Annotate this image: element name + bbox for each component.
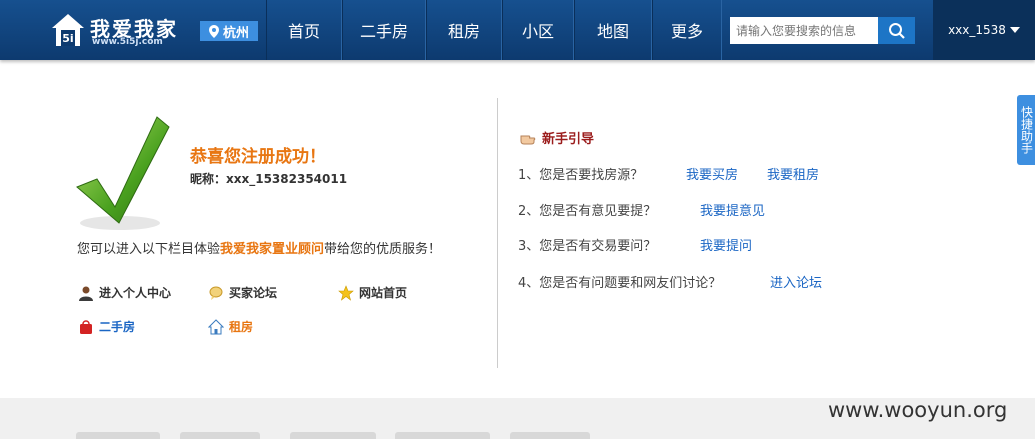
footer-tab[interactable] bbox=[395, 432, 490, 439]
guide-title: 新手引导 bbox=[520, 128, 594, 147]
question-text: 1、您是否要找房源？ bbox=[518, 168, 644, 183]
city-label: 杭州 bbox=[222, 25, 249, 41]
intro-text: 您可以进入以下栏目体验我爱我家置业顾问带给您的优质服务！ bbox=[77, 238, 441, 257]
house-logo-icon: 5i bbox=[52, 14, 84, 46]
registration-success-title: 恭喜您注册成功！ bbox=[190, 147, 326, 167]
guide-question-3: 3、您是否有交易要问？ 我要提问 bbox=[518, 235, 752, 254]
watermark: www.wooyun.org bbox=[828, 398, 1008, 422]
rent-link[interactable]: 租房 bbox=[208, 318, 253, 335]
forum-link[interactable]: 进入论坛 bbox=[770, 272, 822, 291]
caret-down-icon bbox=[1009, 27, 1020, 33]
quick-helper-tab[interactable]: 快捷助手 bbox=[1017, 95, 1035, 165]
question-text: 3、您是否有交易要问？ bbox=[518, 239, 657, 254]
buyer-forum-link[interactable]: 买家论坛 bbox=[208, 284, 277, 301]
logo-domain: www.5i5j.com bbox=[92, 37, 163, 47]
footer-tab[interactable] bbox=[510, 432, 590, 439]
house-icon bbox=[208, 318, 224, 334]
chat-icon bbox=[209, 286, 223, 300]
search-icon bbox=[888, 22, 905, 39]
site-home-link[interactable]: 网站首页 bbox=[338, 284, 407, 301]
feedback-link[interactable]: 我要提意见 bbox=[700, 200, 765, 219]
search-button[interactable] bbox=[878, 17, 915, 44]
personal-center-label: 进入个人中心 bbox=[99, 286, 172, 300]
intro-before: 您可以进入以下栏目体验 bbox=[77, 242, 221, 257]
buyer-forum-label: 买家论坛 bbox=[229, 286, 278, 300]
top-nav-bar: 5i 我爱我家 www.5i5j.com 杭州 首页 二手房 租房 小区 地图 … bbox=[0, 0, 1035, 60]
nav-second-hand[interactable]: 二手房 bbox=[342, 0, 426, 60]
svg-text:5i: 5i bbox=[62, 32, 73, 45]
shopping-bag-icon bbox=[80, 319, 92, 334]
nav-community[interactable]: 小区 bbox=[502, 0, 574, 60]
search-input[interactable] bbox=[730, 17, 878, 44]
user-menu[interactable]: xxx_1538 bbox=[933, 0, 1035, 60]
star-icon bbox=[338, 284, 354, 301]
nav-home[interactable]: 首页 bbox=[266, 0, 342, 60]
location-pin-icon bbox=[208, 24, 219, 38]
username: xxx_1538 bbox=[948, 23, 1006, 37]
footer-tab[interactable] bbox=[76, 432, 160, 439]
guide-title-label: 新手引导 bbox=[542, 132, 595, 147]
nickname-text: 昵称：xxx_15382354011 bbox=[190, 172, 348, 186]
nav-more[interactable]: 更多 bbox=[652, 0, 722, 60]
guide-question-2: 2、您是否有意见要提？ 我要提意见 bbox=[518, 200, 765, 219]
rent-label: 租房 bbox=[229, 320, 254, 334]
panel-divider bbox=[497, 98, 498, 368]
rent-house-link[interactable]: 我要租房 bbox=[767, 164, 819, 183]
intro-highlight[interactable]: 我爱我家置业顾问 bbox=[220, 242, 324, 257]
question-text: 4、您是否有问题要和网友们讨论？ bbox=[518, 276, 722, 291]
site-home-label: 网站首页 bbox=[359, 286, 408, 300]
city-selector[interactable]: 杭州 bbox=[200, 21, 258, 41]
nav-rent[interactable]: 租房 bbox=[426, 0, 502, 60]
success-checkmark-icon bbox=[76, 116, 170, 230]
nav-map[interactable]: 地图 bbox=[574, 0, 652, 60]
footer-tab[interactable] bbox=[180, 432, 260, 439]
intro-after: 带给您的优质服务！ bbox=[324, 242, 442, 257]
pointing-hand-icon bbox=[520, 135, 536, 144]
second-hand-label: 二手房 bbox=[99, 320, 136, 334]
buy-house-link[interactable]: 我要买房 bbox=[686, 164, 767, 183]
ask-question-link[interactable]: 我要提问 bbox=[700, 235, 752, 254]
question-text: 2、您是否有意见要提？ bbox=[518, 204, 657, 219]
footer-tab[interactable] bbox=[290, 432, 376, 439]
second-hand-link[interactable]: 二手房 bbox=[78, 318, 135, 335]
guide-question-1: 1、您是否要找房源？ 我要买房 我要租房 bbox=[518, 164, 819, 183]
guide-question-4: 4、您是否有问题要和网友们讨论？ 进入论坛 bbox=[518, 272, 822, 291]
personal-center-link[interactable]: 进入个人中心 bbox=[78, 284, 171, 301]
site-logo[interactable]: 5i 我爱我家 www.5i5j.com bbox=[50, 10, 190, 50]
user-icon bbox=[79, 286, 93, 301]
